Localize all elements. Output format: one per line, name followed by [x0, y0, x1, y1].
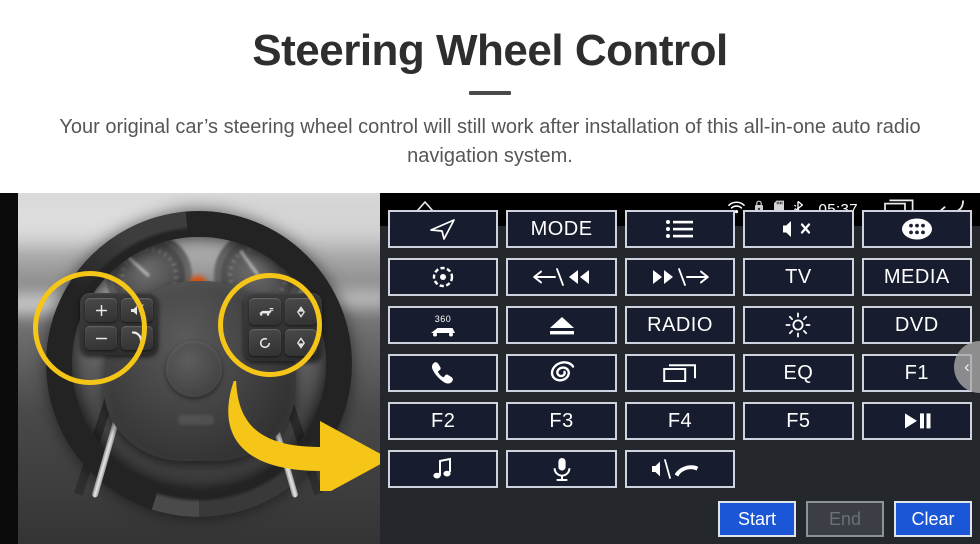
window-key[interactable] — [624, 354, 736, 392]
dvd-key-label: DVD — [894, 314, 939, 336]
left-cluster-highlight-ring — [33, 271, 147, 385]
yellow-arrow-annotation — [228, 375, 380, 497]
right-cluster-highlight-ring — [218, 273, 322, 377]
camera360-key[interactable]: 360 — [388, 306, 499, 344]
f4-key[interactable]: F4 — [624, 402, 736, 440]
f4-key-label: F4 — [667, 410, 693, 432]
setting-key[interactable] — [388, 258, 499, 296]
f2-key-label: F2 — [431, 410, 456, 432]
action-bar: Start End Clear — [718, 501, 972, 537]
empty-key-2 — [862, 450, 972, 488]
page-subtitle: Your original car’s steering wheel contr… — [59, 115, 921, 167]
eject-key[interactable] — [506, 306, 617, 344]
brightness-key[interactable] — [743, 306, 854, 344]
end-button: End — [806, 501, 884, 537]
empty-key-1 — [743, 450, 853, 488]
radio-key-label: RADIO — [647, 314, 713, 336]
title-divider — [469, 90, 511, 95]
steering-wheel-photo — [0, 193, 380, 544]
radio-key[interactable]: RADIO — [624, 306, 736, 344]
play-pause-key[interactable] — [861, 402, 972, 440]
media-key[interactable]: MEDIA — [861, 258, 972, 296]
page-root: Steering Wheel Control Your original car… — [0, 0, 980, 544]
tv-key-label: TV — [785, 266, 812, 288]
f1-key-label: F1 — [904, 362, 929, 384]
eq-key-label: EQ — [783, 362, 814, 384]
f3-key[interactable]: F3 — [506, 402, 617, 440]
start-button[interactable]: Start — [718, 501, 796, 537]
eq-key[interactable]: EQ — [743, 354, 854, 392]
mode-key[interactable]: MODE — [506, 210, 617, 248]
next-key[interactable] — [624, 258, 736, 296]
speaker-hangup-key[interactable] — [624, 450, 736, 488]
head-unit-screen: 05:37 — [380, 193, 980, 544]
f5-key-label: F5 — [786, 410, 811, 432]
navigation-key[interactable] — [388, 210, 499, 248]
dvd-key[interactable]: DVD — [861, 306, 972, 344]
clear-button[interactable]: Clear — [894, 501, 972, 537]
tv-key[interactable]: TV — [743, 258, 854, 296]
airbag-cover — [166, 341, 222, 397]
f3-key-label: F3 — [549, 410, 574, 432]
page-title: Steering Wheel Control — [252, 26, 728, 75]
media-strip: 05:37 — [0, 193, 980, 544]
music-key[interactable] — [388, 450, 499, 488]
hub-brand-mark — [178, 415, 214, 425]
list-key[interactable] — [624, 210, 736, 248]
f2-key[interactable]: F2 — [388, 402, 499, 440]
phone-key[interactable] — [388, 354, 499, 392]
media-key-label: MEDIA — [883, 266, 950, 288]
mode-key-label: MODE — [530, 218, 593, 240]
mic-key[interactable] — [506, 450, 617, 488]
swirl-key[interactable] — [506, 354, 617, 392]
function-key-grid: MODE TV MEDIA 360 RADIO DVD EQ F1 F2 F3 … — [380, 210, 980, 488]
f5-key[interactable]: F5 — [743, 402, 854, 440]
page-header: Steering Wheel Control Your original car… — [0, 0, 980, 171]
prev-key[interactable] — [506, 258, 617, 296]
svg-text:360: 360 — [435, 314, 452, 324]
apps-key[interactable] — [861, 210, 972, 248]
mute-key[interactable] — [743, 210, 854, 248]
